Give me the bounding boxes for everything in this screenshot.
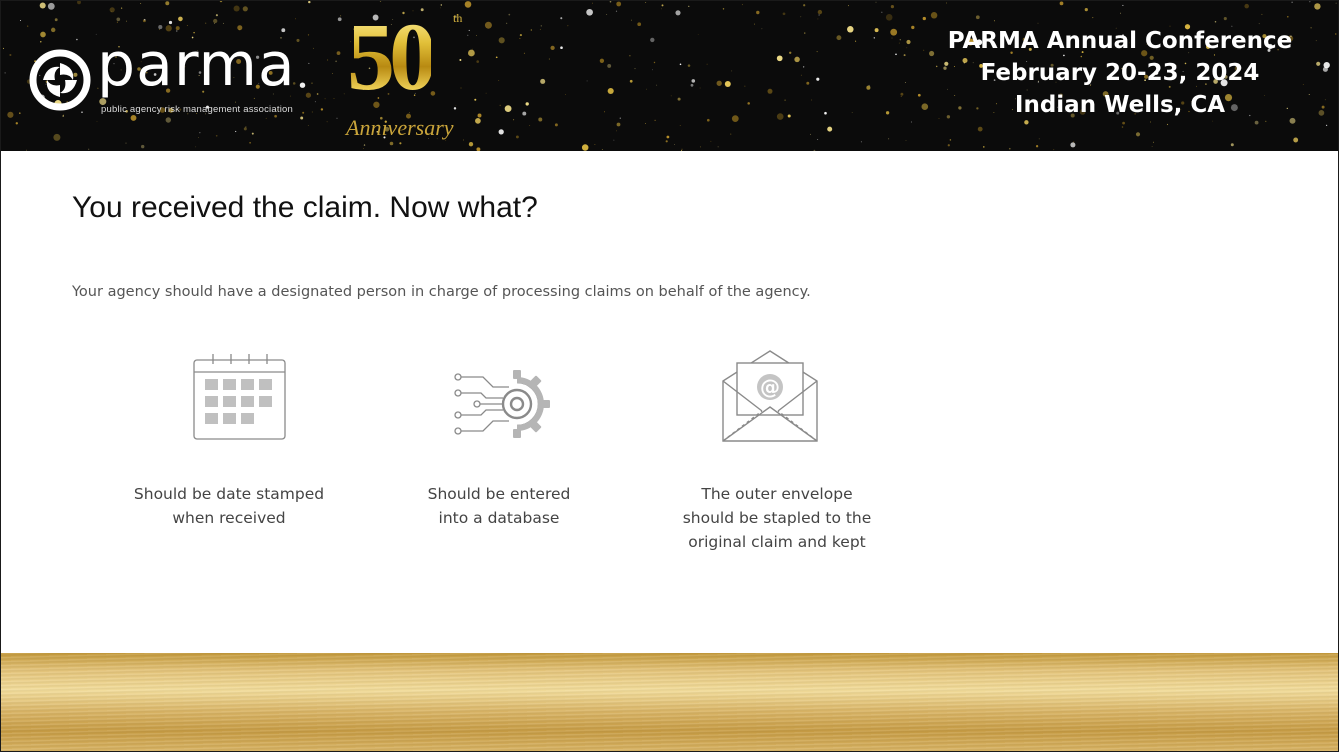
- caption-database: Should be entered into a database: [427, 485, 571, 527]
- email-envelope-icon: @: [722, 350, 818, 442]
- header-banner: parma public agency risk management asso…: [1, 1, 1338, 151]
- caption-envelope: The outer envelope should be stapled to …: [682, 485, 872, 551]
- slide-title: You received the claim. Now what?: [72, 191, 538, 224]
- conference-info: PARMA Annual Conference February 20-23, …: [920, 25, 1320, 121]
- calendar-icon: [193, 354, 286, 440]
- slide: parma public agency risk management asso…: [0, 0, 1339, 752]
- logo-tagline: public agency risk management associatio…: [101, 104, 293, 115]
- circuit-gear-icon: [454, 370, 550, 438]
- anniversary-script: Anniversary: [346, 115, 454, 140]
- caption-date-stamp: Should be date stamped when received: [133, 485, 325, 527]
- slide-subtitle: Your agency should have a designated per…: [72, 284, 811, 300]
- anniversary-suffix: th: [453, 11, 463, 25]
- conference-name: PARMA Annual Conference: [947, 28, 1293, 54]
- parma-logo-icon: [29, 49, 91, 111]
- conference-location: Indian Wells, CA: [1014, 92, 1226, 118]
- anniversary-number: 50: [347, 3, 437, 110]
- logo-wordmark: parma: [97, 30, 296, 100]
- conference-dates: February 20-23, 2024: [980, 60, 1260, 86]
- gold-footer-band: [1, 653, 1338, 751]
- svg-text:@: @: [760, 375, 780, 399]
